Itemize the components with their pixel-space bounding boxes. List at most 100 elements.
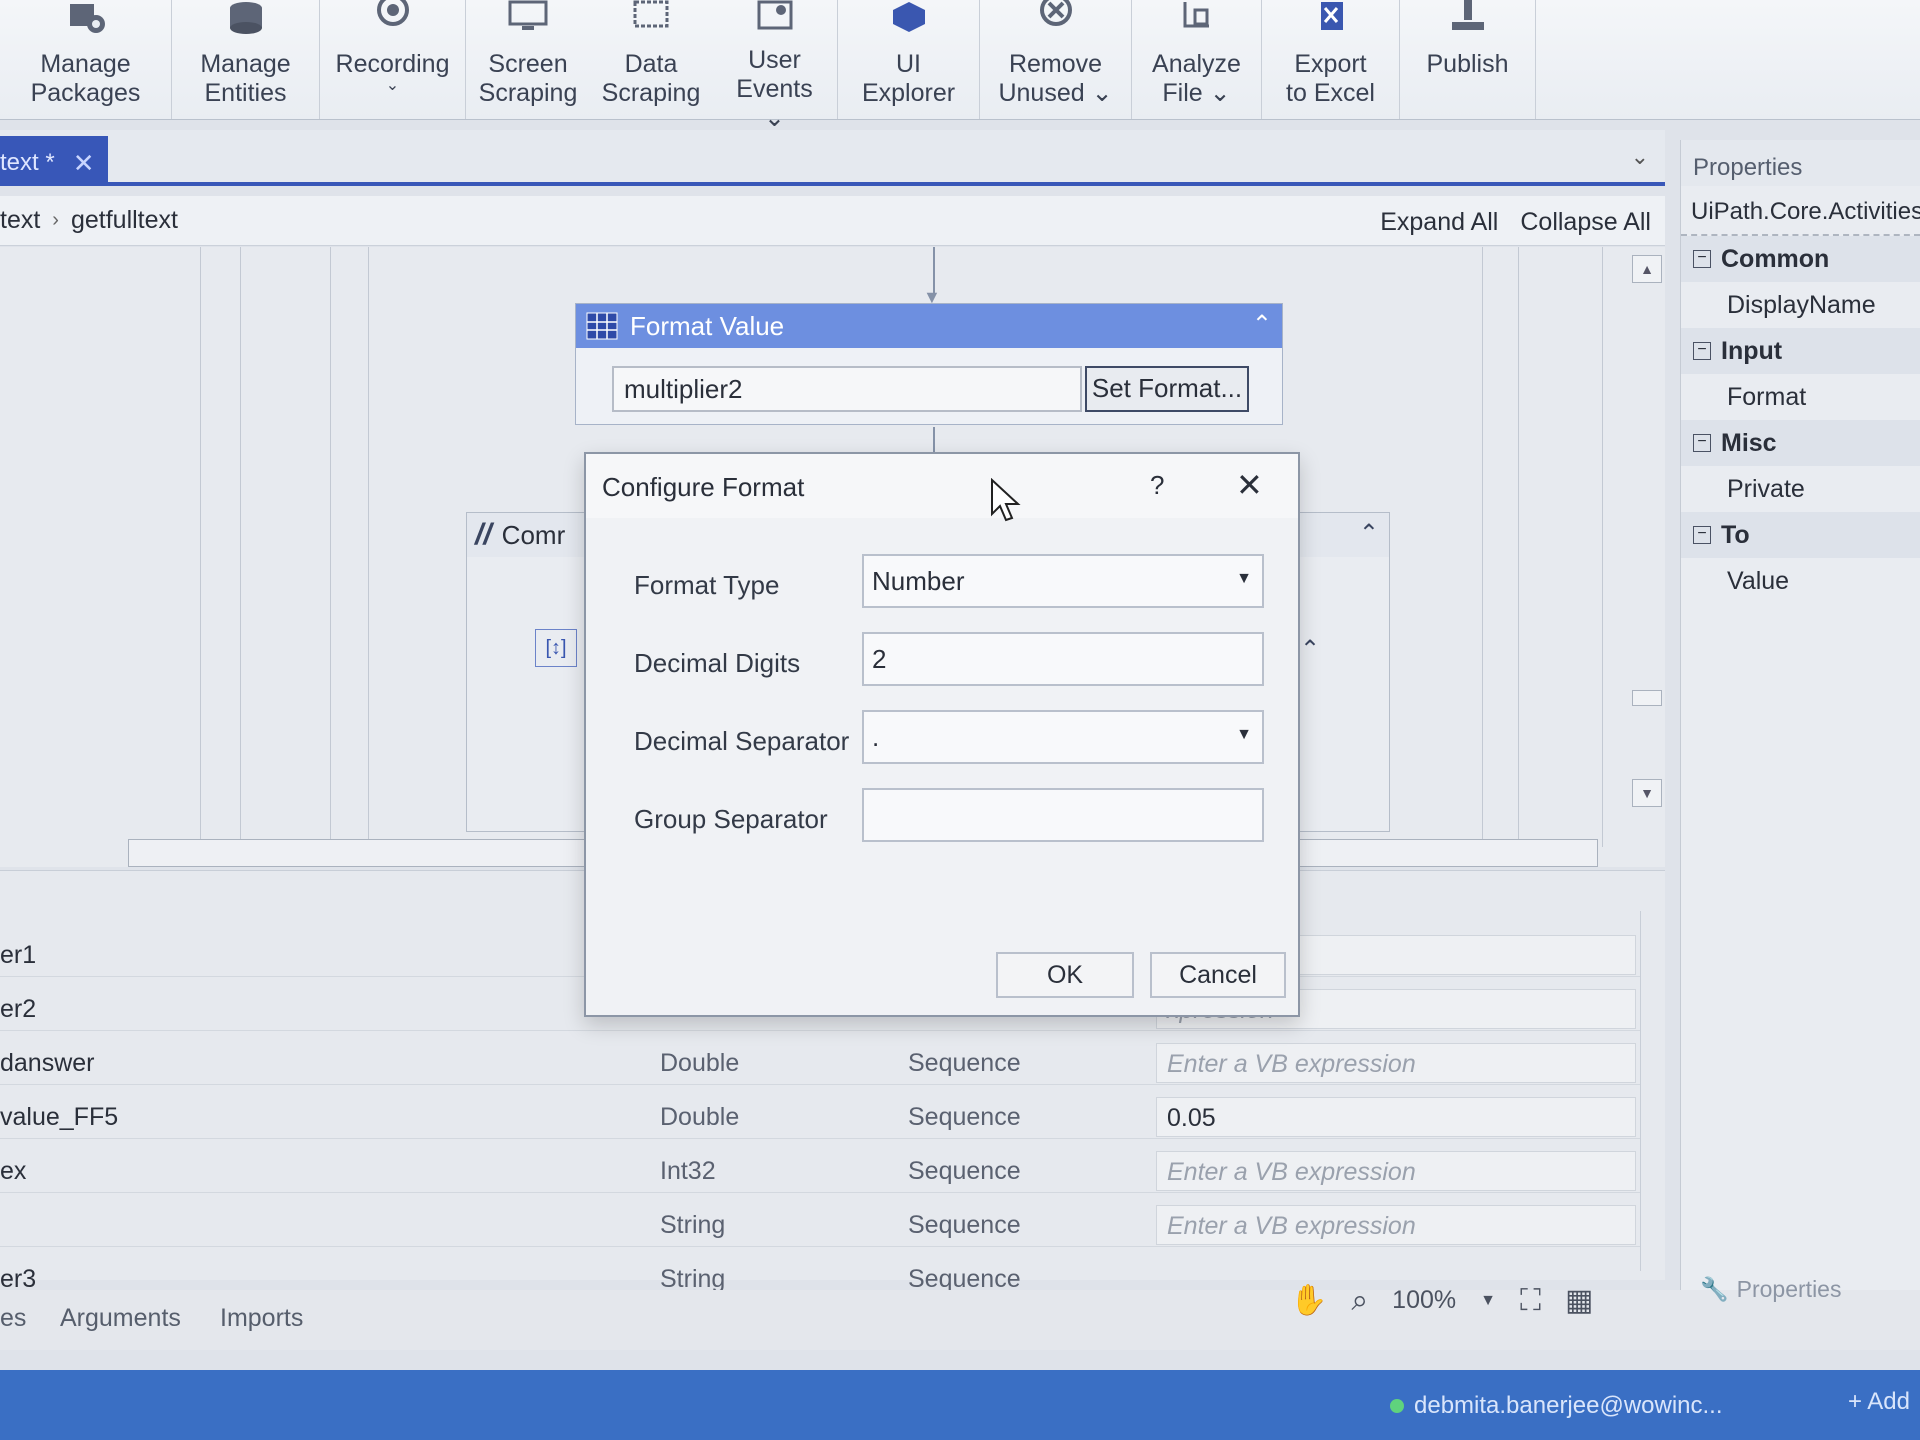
chevron-down-icon[interactable]: ▼ (1480, 1292, 1496, 1310)
document-tab[interactable]: text * ✕ (0, 136, 108, 182)
variable-name[interactable]: danswer (0, 1049, 95, 1078)
properties-tab[interactable]: 🔧 Properties (1700, 1276, 1841, 1303)
chevron-down-icon[interactable]: ⌄ (1631, 144, 1649, 170)
collapse-box-icon[interactable]: − (1693, 342, 1711, 360)
decimal-separator-value: . (872, 722, 880, 752)
ok-button[interactable]: OK (996, 952, 1134, 998)
chevron-right-icon: › (52, 209, 59, 231)
help-icon[interactable]: ? (1150, 470, 1164, 501)
dropdown-arrow-icon[interactable]: ▼ (1236, 726, 1252, 744)
group-separator-label: Group Separator (634, 804, 828, 834)
sequence-border (1518, 247, 1519, 847)
format-type-value: Number (872, 566, 965, 596)
expand-all-link[interactable]: Expand All (1380, 208, 1498, 237)
variable-name[interactable]: value_FF5 (0, 1103, 118, 1132)
tab-arguments[interactable]: Arguments (60, 1304, 181, 1333)
decimal-separator-select[interactable]: . ▼ (862, 710, 1264, 764)
variable-default-input[interactable]: 0.05 (1156, 1097, 1636, 1137)
property-displayname[interactable]: DisplayName (1681, 282, 1920, 328)
close-icon[interactable]: ✕ (1236, 466, 1263, 504)
table-row[interactable]: value_FF5 Double Sequence 0.05 (0, 1095, 1640, 1139)
breadcrumb-root[interactable]: text (0, 206, 40, 235)
collapse-box-icon[interactable]: − (1693, 250, 1711, 268)
table-row[interactable]: ex Int32 Sequence Enter a VB expression (0, 1149, 1640, 1193)
variable-type[interactable]: Double (660, 1103, 739, 1132)
zoom-level[interactable]: 100% (1392, 1286, 1456, 1315)
recording-button[interactable]: Recording ⌄ (320, 0, 466, 119)
variable-name[interactable]: ex (0, 1157, 26, 1186)
collapse-all-link[interactable]: Collapse All (1520, 208, 1651, 237)
cancel-button[interactable]: Cancel (1150, 952, 1286, 998)
dropdown-arrow-icon[interactable]: ▼ (1236, 570, 1252, 588)
variable-scope[interactable]: Sequence (908, 1211, 1021, 1240)
variable-scope[interactable]: Sequence (908, 1157, 1021, 1186)
set-format-button[interactable]: Set Format... (1085, 366, 1249, 412)
property-value[interactable]: Value (1681, 558, 1920, 604)
sequence-border (200, 247, 201, 847)
tab-variables[interactable]: es (0, 1304, 26, 1333)
properties-panel: Properties UiPath.Core.Activities.I − Com… (1680, 140, 1920, 1320)
scroll-thumb[interactable] (1632, 690, 1662, 706)
variable-type[interactable]: Int32 (660, 1157, 716, 1186)
user-events-label: User Events ⌄ (736, 46, 813, 132)
collapse-icon[interactable]: ⌃ (1359, 519, 1379, 548)
variable-default-input[interactable]: Enter a VB expression (1156, 1043, 1636, 1083)
variable-type[interactable]: String (660, 1211, 725, 1240)
variable-scope[interactable]: Sequence (908, 1103, 1021, 1132)
variable-name[interactable]: er1 (0, 941, 36, 970)
screen-scraping-button[interactable]: Screen Scraping (466, 0, 590, 119)
manage-entities-button[interactable]: Manage Entities (172, 0, 320, 119)
remove-unused-button[interactable]: Remove Unused ⌄ (980, 0, 1132, 119)
activity-header[interactable]: Format Value ⌃ (576, 304, 1282, 348)
format-value-input[interactable]: multiplier2 (612, 366, 1082, 412)
close-icon[interactable]: ✕ (73, 148, 95, 179)
variable-default-input[interactable]: Enter a VB expression (1156, 1151, 1636, 1191)
decimal-digits-input[interactable]: 2 (862, 632, 1264, 686)
vertical-scrollbar[interactable]: ▲ ▼ (1632, 247, 1662, 827)
breadcrumb: text › getfulltext Expand All Collapse A… (0, 196, 1665, 246)
variable-default-input[interactable]: Enter a VB expression (1156, 1205, 1636, 1245)
variable-name[interactable]: er2 (0, 995, 36, 1024)
property-category-to[interactable]: − To (1681, 512, 1920, 558)
overview-icon[interactable]: ▦ (1565, 1283, 1593, 1318)
table-row[interactable]: danswer Double Sequence Enter a VB expre… (0, 1041, 1640, 1085)
document-tab-strip: text * ✕ ⌄ (0, 130, 1665, 186)
sequence-border (1602, 247, 1603, 847)
analyze-file-button[interactable]: Analyze File ⌄ (1132, 0, 1262, 119)
property-format[interactable]: Format (1681, 374, 1920, 420)
export-excel-button[interactable]: Export to Excel (1262, 0, 1400, 119)
table-row[interactable]: String Sequence Enter a VB expression (0, 1203, 1640, 1247)
property-category-label: Common (1721, 244, 1830, 273)
group-separator-input[interactable] (862, 788, 1264, 842)
fit-to-screen-icon[interactable]: ⛶ (1520, 1284, 1541, 1318)
collapse-box-icon[interactable]: − (1693, 526, 1711, 544)
scroll-up-icon[interactable]: ▲ (1632, 255, 1662, 283)
user-status[interactable]: debmita.banerjee@wowinc... (1390, 1392, 1723, 1420)
collapse-box-icon[interactable]: − (1693, 434, 1711, 452)
property-category-common[interactable]: − Common (1681, 236, 1920, 282)
collapse-icon[interactable]: ⌃ (1300, 635, 1320, 664)
scroll-down-icon[interactable]: ▼ (1632, 779, 1662, 807)
tab-imports[interactable]: Imports (220, 1304, 303, 1333)
decimal-digits-label: Decimal Digits (634, 648, 801, 678)
variable-type[interactable]: Double (660, 1049, 739, 1078)
add-button[interactable]: + Add (1848, 1388, 1910, 1416)
ui-explorer-button[interactable]: UI Explorer (838, 0, 980, 119)
property-category-input[interactable]: − Input (1681, 328, 1920, 374)
sequence-border (240, 247, 241, 847)
dialog-title-bar: Configure Format ? ✕ (586, 454, 1298, 518)
user-events-button[interactable]: User Events ⌄ (712, 0, 838, 132)
publish-button[interactable]: Publish (1400, 0, 1536, 119)
hand-pan-icon[interactable]: ✋ (1290, 1283, 1327, 1318)
property-private[interactable]: Private (1681, 466, 1920, 512)
search-icon[interactable]: ⌕ (1351, 1284, 1368, 1318)
format-value-activity[interactable]: Format Value ⌃ multiplier2 Set Format... (575, 303, 1283, 425)
format-type-select[interactable]: Number ▼ (862, 554, 1264, 608)
vertical-scrollbar[interactable] (1640, 911, 1668, 1271)
collapse-icon[interactable]: ⌃ (1252, 310, 1272, 339)
sequence-border (368, 247, 369, 847)
data-scraping-button[interactable]: Data Scraping (590, 0, 712, 119)
property-category-misc[interactable]: − Misc (1681, 420, 1920, 466)
variable-scope[interactable]: Sequence (908, 1049, 1021, 1078)
manage-packages-button[interactable]: Manage Packages (0, 0, 172, 119)
